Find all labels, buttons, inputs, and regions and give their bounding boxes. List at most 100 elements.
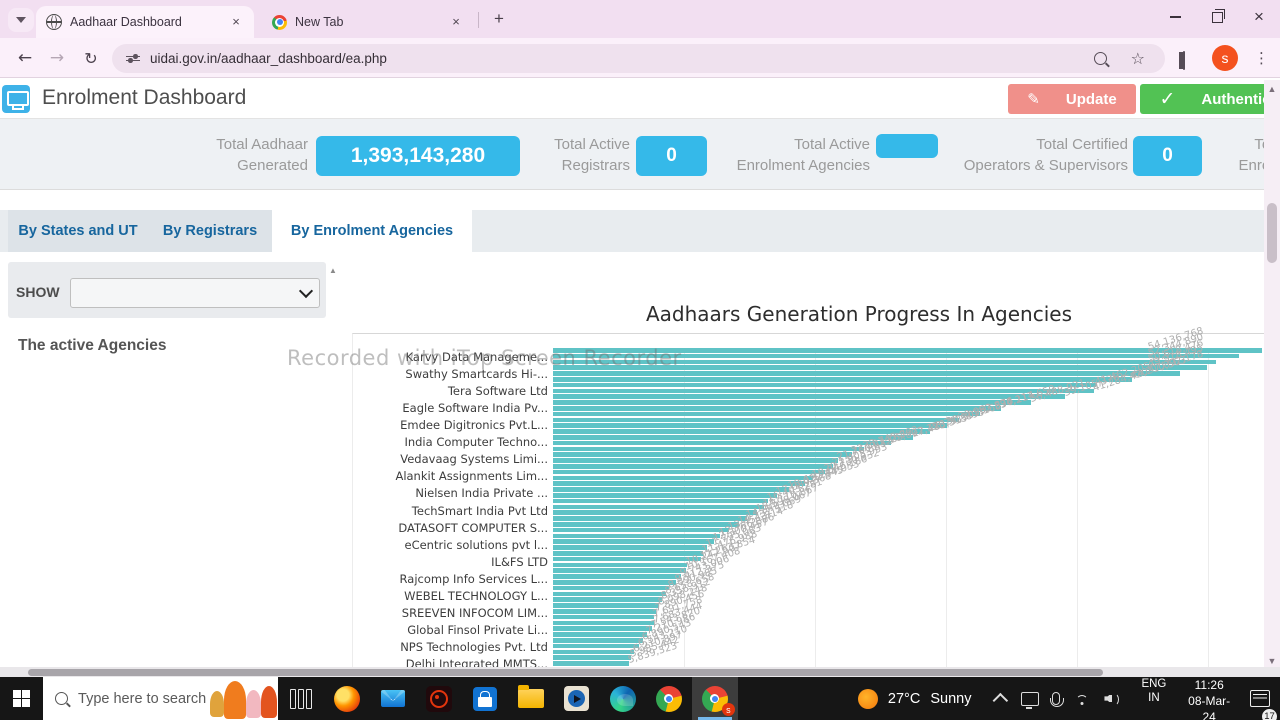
section-tab-by-states-and-ut[interactable]: By States and UT: [8, 210, 148, 252]
tab-search-button[interactable]: [8, 8, 34, 32]
taskbar-app-itop-player[interactable]: [554, 677, 600, 720]
forward-button[interactable]: →: [44, 46, 70, 72]
taskbar-search[interactable]: Type here to search: [43, 677, 278, 720]
chart-bar[interactable]: [553, 487, 789, 492]
chart-bar[interactable]: [553, 655, 631, 660]
browser-tab-newtab[interactable]: New Tab ×: [262, 6, 474, 38]
profile-avatar[interactable]: s: [1212, 45, 1238, 71]
chart-bar[interactable]: [553, 394, 1065, 399]
back-button[interactable]: ←: [12, 46, 38, 72]
chart-bar[interactable]: [553, 418, 959, 423]
taskbar-app-chrome-profile-active[interactable]: s: [692, 677, 738, 720]
chart-bar[interactable]: [553, 632, 647, 637]
chart-bar[interactable]: [553, 470, 825, 475]
chart-bar[interactable]: [553, 493, 777, 498]
chart-bar[interactable]: [553, 389, 1094, 394]
taskbar-app-edge[interactable]: [600, 677, 646, 720]
zoom-search-icon[interactable]: [1094, 52, 1107, 65]
horizontal-scrollbar-thumb[interactable]: [28, 669, 1103, 676]
chart-bar[interactable]: [553, 528, 729, 533]
authentic-button[interactable]: ✓ Authentic: [1140, 84, 1280, 114]
chart-bar[interactable]: [553, 557, 701, 562]
address-bar[interactable]: uidai.gov.in/aadhaar_dashboard/ea.php ☆: [112, 44, 1165, 73]
chart-bar[interactable]: [553, 563, 687, 568]
section-tab-by-enrolment-agencies[interactable]: By Enrolment Agencies: [272, 210, 472, 252]
chart-bar[interactable]: [553, 580, 676, 585]
taskbar-app-file-explorer[interactable]: [508, 677, 554, 720]
chart-bar[interactable]: [553, 615, 654, 620]
new-tab-button[interactable]: +: [487, 8, 511, 32]
taskbar-app-mail[interactable]: [370, 677, 416, 720]
chart-bar[interactable]: [553, 383, 1096, 388]
chart-bar[interactable]: [553, 400, 1031, 405]
screen-cast-icon[interactable]: [1021, 692, 1039, 706]
taskbar-clock[interactable]: 11:26 08-Mar-24: [1184, 677, 1234, 720]
scroll-down-arrow[interactable]: ▼: [1264, 656, 1280, 666]
side-panel-button[interactable]: [1183, 52, 1185, 70]
chart-bar[interactable]: [553, 412, 980, 417]
section-tab-by-registrars[interactable]: By Registrars: [148, 210, 272, 252]
show-select[interactable]: [70, 278, 320, 308]
chart-bar[interactable]: [553, 516, 747, 521]
chart-bar[interactable]: [553, 464, 833, 469]
chart-bar[interactable]: [553, 441, 891, 446]
site-settings-icon[interactable]: [126, 54, 140, 64]
chart-bar[interactable]: [553, 476, 813, 481]
notification-center-button[interactable]: 17: [1250, 677, 1270, 720]
chart-bar[interactable]: [553, 371, 1180, 376]
restore-button[interactable]: [1196, 0, 1238, 34]
language-indicator[interactable]: ENG IN: [1141, 677, 1166, 720]
taskbar-app-itop-recorder[interactable]: [416, 677, 462, 720]
search-highlights-graphic[interactable]: [206, 677, 278, 720]
chart-bar[interactable]: [553, 621, 654, 626]
hidden-icons-chevron-icon[interactable]: [993, 693, 1009, 709]
chart-bar[interactable]: [553, 644, 639, 649]
chart-bar[interactable]: [553, 534, 720, 539]
chart-bar[interactable]: [553, 377, 1132, 382]
vertical-scrollbar[interactable]: [1264, 80, 1280, 677]
chart-bar[interactable]: [553, 539, 714, 544]
chart-bar[interactable]: [553, 661, 629, 666]
chart-bar[interactable]: [553, 499, 768, 504]
chart-bar[interactable]: [553, 452, 852, 457]
chart-bar[interactable]: [553, 650, 634, 655]
chart-bar[interactable]: [553, 568, 686, 573]
chart-bar[interactable]: [553, 505, 764, 510]
chart-bar[interactable]: [553, 429, 930, 434]
taskbar-app-task-view[interactable]: [278, 677, 324, 720]
chart-bar[interactable]: [553, 435, 913, 440]
chart-bar[interactable]: [553, 510, 757, 515]
microphone-icon[interactable]: [1052, 692, 1060, 705]
chart-bar[interactable]: [553, 626, 652, 631]
chart-bar[interactable]: [553, 603, 659, 608]
chart-bar[interactable]: [553, 447, 864, 452]
chart-bar[interactable]: [553, 551, 703, 556]
chart-bar[interactable]: [553, 574, 681, 579]
bookmark-star-icon[interactable]: ☆: [1131, 49, 1145, 68]
taskbar-app-chrome[interactable]: [646, 677, 692, 720]
volume-icon[interactable]: [1104, 692, 1121, 706]
chart-bar[interactable]: [553, 597, 662, 602]
chart-bar[interactable]: [553, 481, 805, 486]
chart-bar[interactable]: [553, 586, 669, 591]
close-button[interactable]: ×: [1238, 0, 1280, 34]
taskbar-app-microsoft-store[interactable]: [462, 677, 508, 720]
chart-bar[interactable]: [553, 638, 643, 643]
weather-widget[interactable]: 27°C Sunny: [858, 677, 972, 720]
vertical-scrollbar-thumb[interactable]: [1267, 203, 1277, 263]
chart-bar[interactable]: [553, 522, 739, 527]
reload-button[interactable]: ↻: [78, 46, 104, 72]
chart-bar[interactable]: [553, 458, 838, 463]
start-button[interactable]: [0, 677, 43, 720]
minimize-button[interactable]: [1154, 0, 1196, 34]
scroll-up-arrow[interactable]: ▲: [1264, 84, 1280, 94]
network-icon[interactable]: [1073, 692, 1091, 705]
chart-bar[interactable]: [553, 592, 666, 597]
sidebar-scroll-up-arrow[interactable]: ▲: [328, 266, 338, 280]
browser-tab-aadhaar[interactable]: Aadhaar Dashboard ×: [36, 6, 254, 38]
tab-close-icon[interactable]: ×: [448, 14, 464, 30]
chart-bar[interactable]: [553, 406, 1001, 411]
update-button[interactable]: ✎ Update: [1008, 84, 1136, 114]
chart-bar[interactable]: [553, 423, 947, 428]
taskbar-app-firefox[interactable]: [324, 677, 370, 720]
